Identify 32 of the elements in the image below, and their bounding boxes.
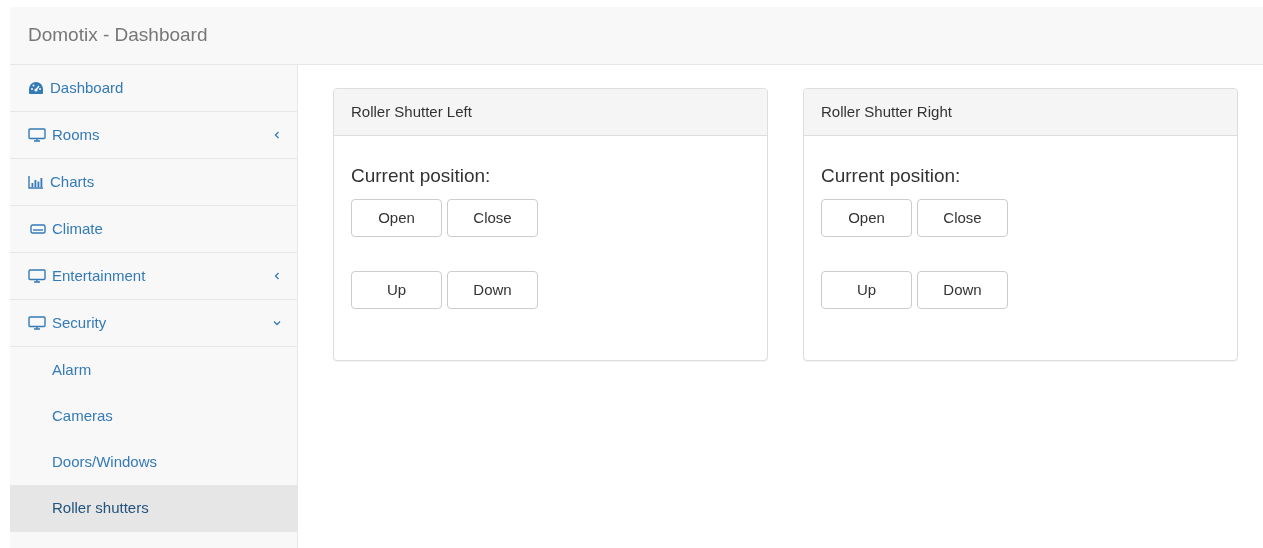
shutter-button[interactable]: Close [447, 199, 538, 237]
chevron-left-icon [273, 272, 281, 280]
panel-title: Roller Shutter Right [821, 101, 952, 122]
position-label: Current position: [351, 164, 492, 188]
monitor-icon [28, 316, 46, 330]
shutter-button[interactable]: Up [351, 271, 442, 309]
position-label: Current position: [821, 164, 962, 188]
air-conditioner-icon [30, 224, 46, 234]
sidebar-item[interactable]: Charts [10, 159, 297, 206]
sidebar-item[interactable]: Rooms [10, 112, 297, 159]
shutter-button[interactable]: Open [821, 199, 912, 237]
shutter-button[interactable]: Close [917, 199, 1008, 237]
sidebar-item[interactable]: Dashboard [10, 65, 297, 112]
app-title: Domotix - Dashboard [28, 23, 208, 48]
sidebar-subitem[interactable]: Cameras [10, 393, 297, 439]
sidebar-subitem[interactable]: Alarm [10, 347, 297, 393]
sidebar-item[interactable]: Entertainment [10, 253, 297, 300]
shutter-button[interactable]: Down [447, 271, 538, 309]
monitor-icon [28, 269, 46, 283]
gauge-icon [28, 81, 44, 95]
shutter-button[interactable]: Open [351, 199, 442, 237]
panel-title: Roller Shutter Left [351, 101, 472, 122]
sidebar-subitem[interactable]: Doors/Windows [10, 439, 297, 485]
sidebar-subitem[interactable]: Roller shutters [10, 485, 297, 531]
sidebar-item[interactable]: Climate [10, 206, 297, 253]
chevron-left-icon [273, 131, 281, 139]
chevron-down-icon [273, 319, 281, 327]
bar-chart-icon [28, 175, 44, 189]
monitor-icon [28, 128, 46, 142]
sidebar-item[interactable]: Security [10, 300, 297, 347]
shutter-button[interactable]: Up [821, 271, 912, 309]
shutter-button[interactable]: Down [917, 271, 1008, 309]
